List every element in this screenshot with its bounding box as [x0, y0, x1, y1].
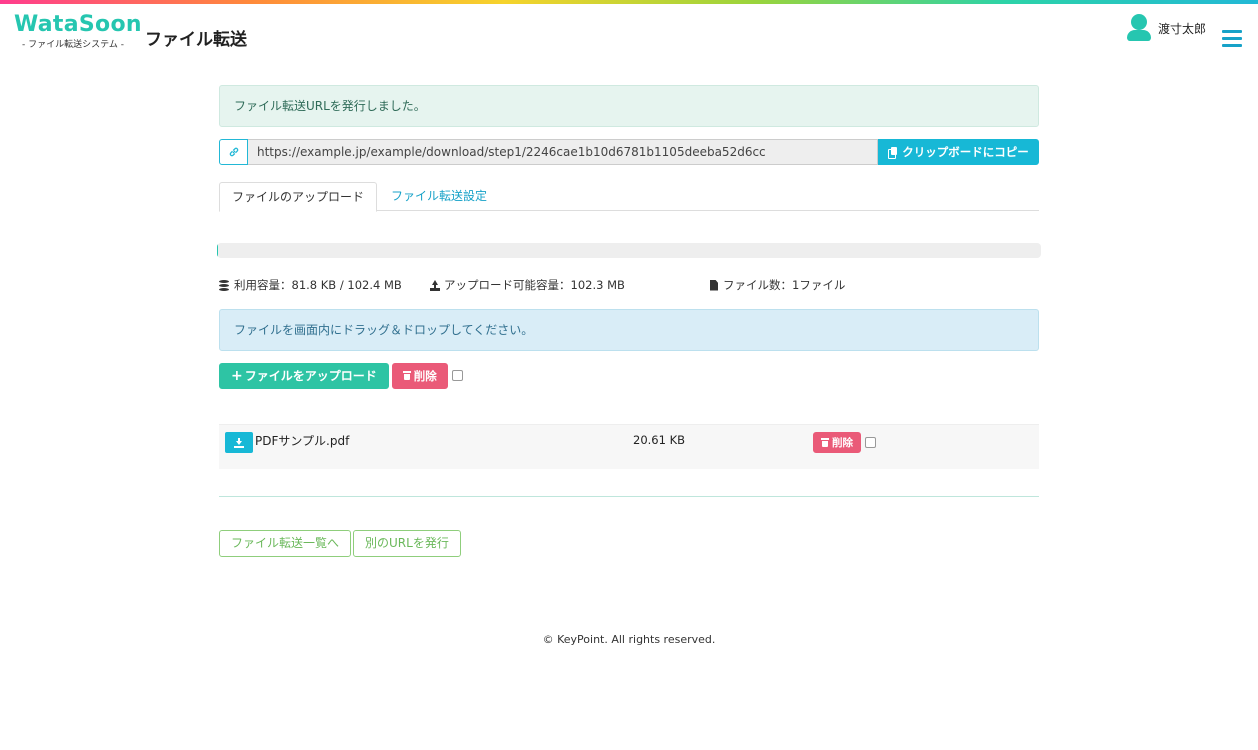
storage-progress-bar — [217, 243, 1041, 258]
file-select-checkbox[interactable] — [865, 437, 876, 448]
usage-stat: 利用容量：81.8 KB / 102.4 MB — [219, 277, 402, 293]
file-list-item: PDFサンプル.pdf 20.61 KB 削除 — [219, 424, 1039, 469]
url-field[interactable]: https://example.jp/example/download/step… — [248, 139, 878, 165]
page-title: ファイル転送 — [145, 30, 247, 50]
upload-file-button[interactable]: + ファイルをアップロード — [219, 362, 389, 389]
delete-file-label: 削除 — [832, 437, 853, 449]
bottom-actions: ファイル転送一覧へ 別のURLを発行 — [219, 530, 463, 557]
uploadable-text: アップロード可能容量：102.3 MB — [444, 278, 625, 292]
copy-to-clipboard-button[interactable]: クリップボードにコピー — [878, 139, 1039, 165]
top-gradient-bar — [0, 0, 1258, 4]
delete-button-label: 削除 — [413, 368, 437, 383]
divider — [219, 496, 1039, 497]
file-count-stat: ファイル数：1ファイル — [710, 277, 845, 293]
plus-icon: + — [231, 367, 243, 384]
copy-button-label: クリップボードにコピー — [902, 145, 1029, 159]
logo-subtitle: - ファイル転送システム - — [22, 40, 124, 50]
user-menu[interactable]: 渡寸太郎 — [1126, 14, 1206, 42]
file-count-text: ファイル数：1ファイル — [723, 278, 846, 292]
usage-text: 利用容量：81.8 KB / 102.4 MB — [234, 278, 402, 292]
trash-icon — [821, 438, 829, 447]
file-size: 20.61 KB — [633, 433, 686, 447]
database-icon — [219, 279, 229, 291]
file-actions: + ファイルをアップロード 削除 — [219, 362, 463, 389]
logo-wordmark: WataSoon — [14, 12, 142, 37]
footer-copyright: © KeyPoint. All rights reserved. — [542, 633, 716, 646]
tab-file-upload[interactable]: ファイルのアップロード — [219, 182, 378, 212]
file-row-actions: 削除 — [813, 432, 876, 453]
file-name[interactable]: PDFサンプル.pdf — [255, 432, 349, 449]
delete-file-button[interactable]: 削除 — [813, 432, 861, 453]
trash-icon — [402, 371, 411, 380]
url-group: https://example.jp/example/download/step… — [219, 139, 1039, 165]
tab-transfer-settings[interactable]: ファイル転送設定 — [379, 182, 499, 211]
copy-icon — [888, 146, 898, 159]
hamburger-menu-icon[interactable] — [1222, 30, 1242, 47]
link-icon — [219, 139, 248, 165]
download-button[interactable] — [225, 432, 253, 453]
upload-button-label: ファイルをアップロード — [244, 369, 377, 383]
user-icon — [1126, 14, 1152, 42]
storage-stats: 利用容量：81.8 KB / 102.4 MB アップロード可能容量：102.3… — [219, 277, 1039, 293]
main-content: ファイル転送URLを発行しました。 https://example.jp/exa… — [217, 85, 1041, 557]
select-all-checkbox[interactable] — [451, 370, 463, 381]
delete-selected-button[interactable]: 削除 — [391, 362, 448, 389]
transfer-list-button[interactable]: ファイル転送一覧へ — [219, 530, 352, 557]
logo[interactable]: WataSoon - ファイル転送システム - — [14, 12, 142, 56]
drop-zone-alert[interactable]: ファイルを画面内にドラッグ＆ドロップしてください。 — [219, 309, 1039, 351]
storage-progress-fill — [217, 243, 218, 258]
tab-bar: ファイルのアップロード ファイル転送設定 — [219, 182, 1039, 212]
success-alert: ファイル転送URLを発行しました。 — [219, 85, 1039, 127]
user-name: 渡寸太郎 — [1158, 22, 1207, 36]
uploadable-stat: アップロード可能容量：102.3 MB — [429, 277, 625, 293]
issue-new-url-button[interactable]: 別のURLを発行 — [353, 530, 461, 557]
file-icon — [710, 279, 718, 291]
upload-icon — [429, 279, 440, 291]
